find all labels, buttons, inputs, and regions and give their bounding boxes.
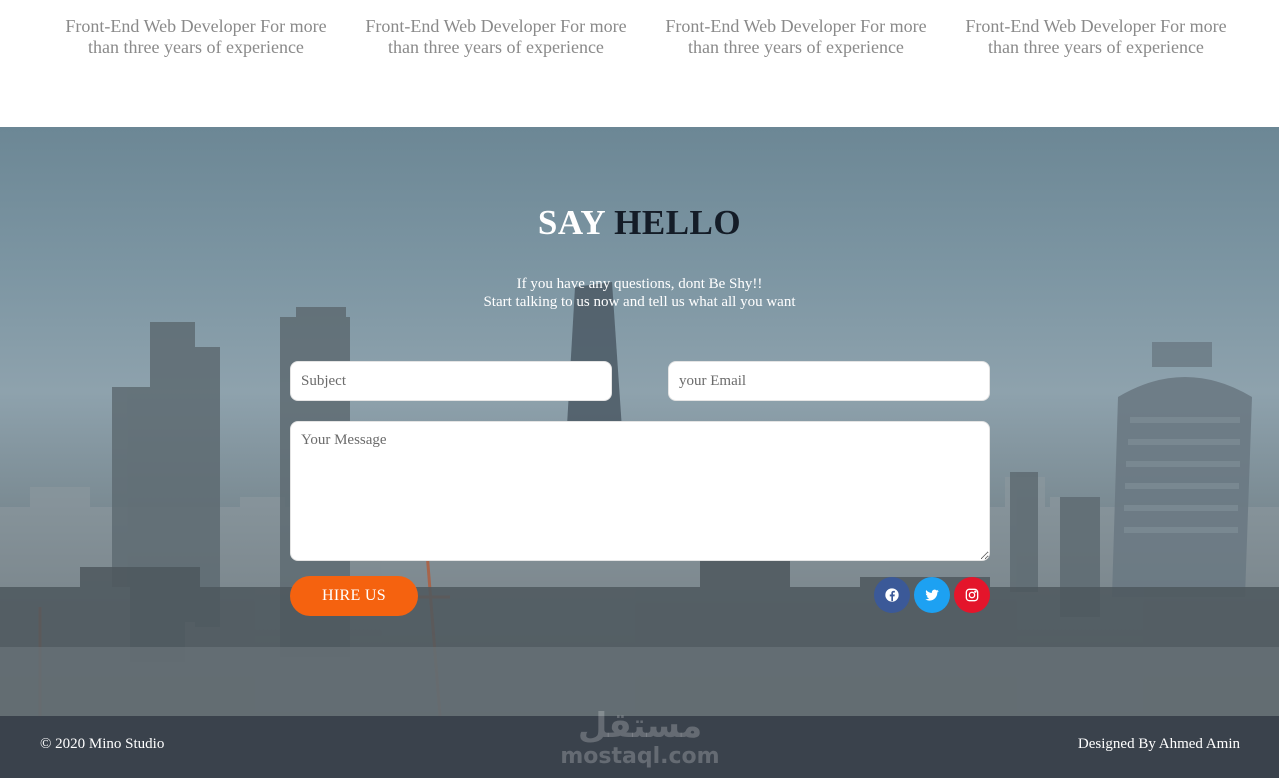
mostaql-watermark-logo: مستقل mostaql.com	[540, 706, 740, 778]
watermark-arabic-text: مستقل	[577, 706, 703, 746]
team-card: Front-End Web Developer For more than th…	[646, 16, 946, 58]
team-card-text-line1: Front-End Web Developer For more	[365, 16, 627, 36]
team-card: Front-End Web Developer For more than th…	[46, 16, 346, 58]
instagram-link[interactable]	[954, 577, 990, 613]
footer-copyright: © 2020 Mino Studio	[40, 736, 165, 752]
contact-section: SAY HELLO If you have any questions, don…	[0, 127, 1279, 716]
twitter-link[interactable]	[914, 577, 950, 613]
title-word-hello: HELLO	[614, 203, 742, 242]
facebook-link[interactable]	[874, 577, 910, 613]
subject-input[interactable]	[290, 361, 612, 401]
twitter-icon	[925, 589, 939, 601]
hire-us-button[interactable]: HIRE US	[290, 576, 418, 616]
team-card-text-line1: Front-End Web Developer For more	[665, 16, 927, 36]
team-card-text-line2: than three years of experience	[388, 37, 604, 57]
email-input[interactable]	[668, 361, 990, 401]
team-card-text-line2: than three years of experience	[988, 37, 1204, 57]
team-card: Front-End Web Developer For more than th…	[346, 16, 646, 58]
watermark-latin-text: mostaql.com	[560, 744, 720, 769]
footer-credit: Designed By Ahmed Amin	[1077, 736, 1240, 752]
message-textarea[interactable]	[290, 421, 990, 561]
section-title: SAY HELLO	[0, 203, 1279, 243]
contact-intro: If you have any questions, dont Be Shy!!…	[0, 275, 1279, 311]
team-card-text-line1: Front-End Web Developer For more	[65, 16, 327, 36]
team-card-text-line1: Front-End Web Developer For more	[965, 16, 1227, 36]
team-card-text-line2: than three years of experience	[88, 37, 304, 57]
footer: مستقل mostaql.com © 2020 Mino Studio Des…	[0, 706, 1279, 778]
instagram-icon	[965, 588, 979, 602]
team-card-text-line2: than three years of experience	[688, 37, 904, 57]
team-card: Front-End Web Developer For more than th…	[946, 16, 1246, 58]
team-section: Front-End Web Developer For more than th…	[0, 0, 1279, 127]
title-word-say: SAY	[537, 203, 605, 242]
facebook-icon	[885, 588, 899, 602]
intro-line-2: Start talking to us now and tell us what…	[483, 294, 796, 310]
intro-line-1: If you have any questions, dont Be Shy!!	[516, 276, 763, 292]
